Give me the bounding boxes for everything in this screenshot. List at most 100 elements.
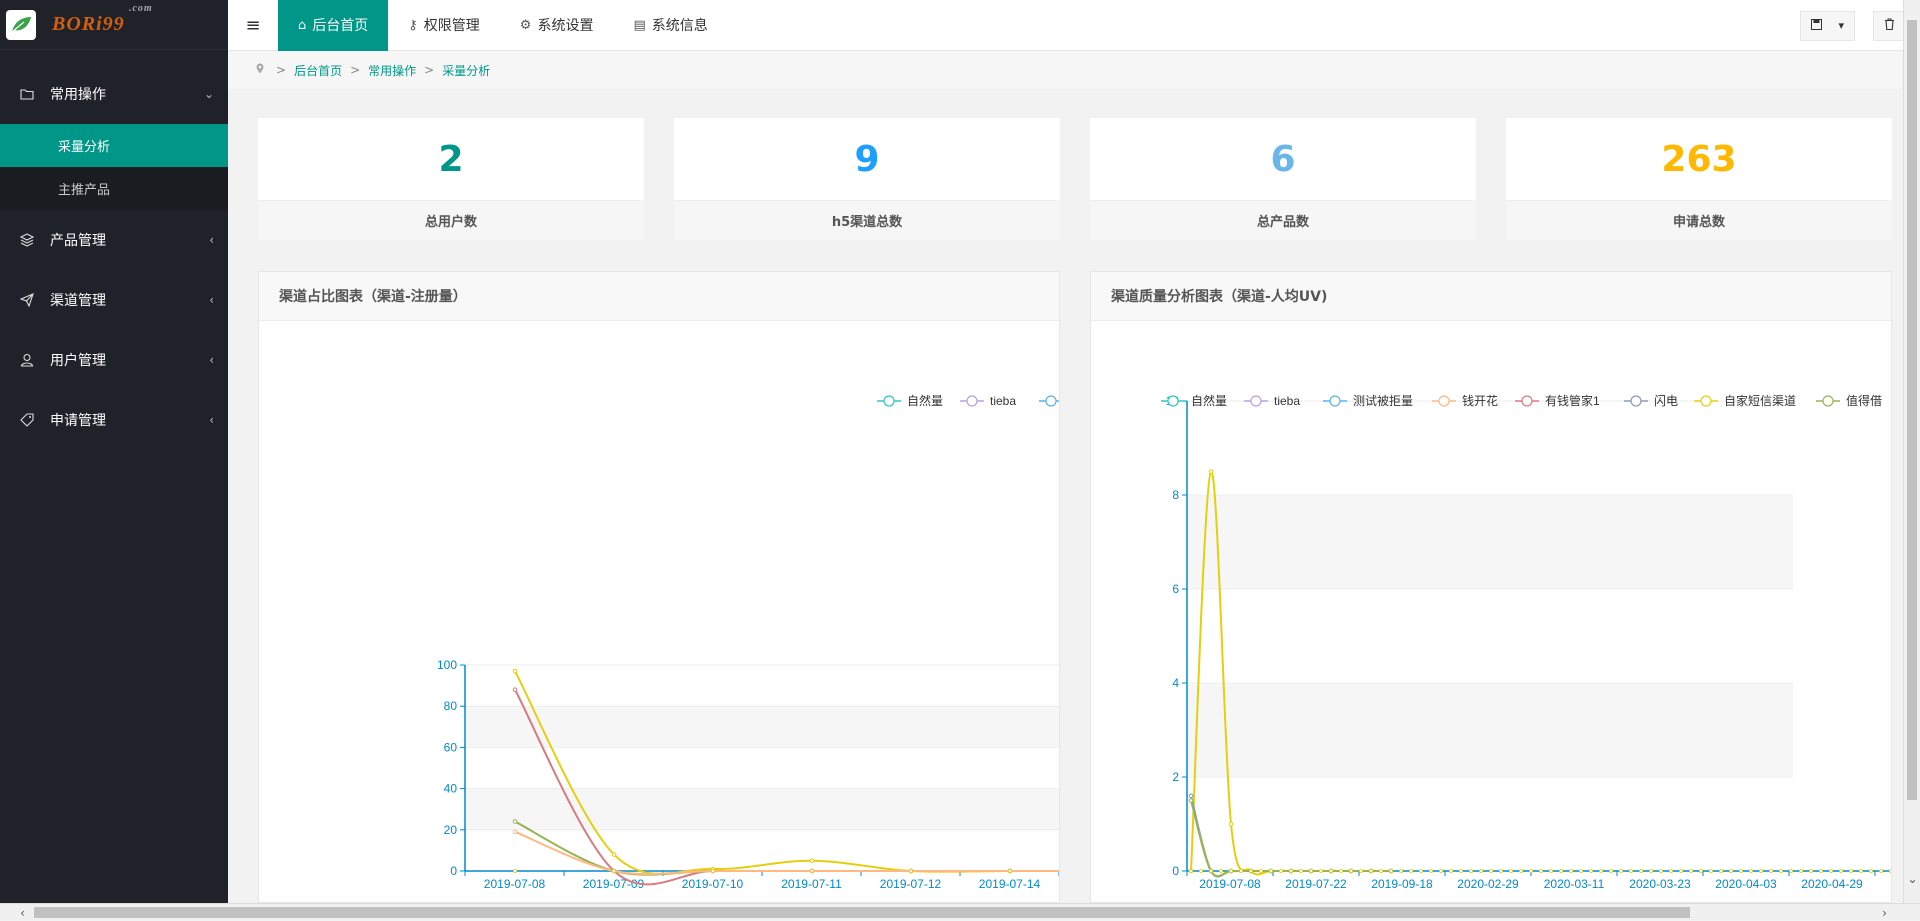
series-point [809,858,815,864]
baseline-point [1689,869,1694,874]
sidebar-group-users[interactable]: 用户管理 ‹ [0,330,228,390]
legend-label: 有钱管家1 [1545,393,1600,408]
baseline-point [1338,869,1343,874]
x-tick-label: 2020-02-29 [1457,877,1519,891]
user-icon [18,353,36,367]
sidebar-group-products[interactable]: 产品管理 ‹ [0,210,228,270]
legend-marker [883,395,895,407]
horizontal-scrollbar[interactable]: ‹ › [0,903,1920,920]
legend-label: tieba [1274,394,1300,408]
logo-text: BORi99 .com [52,3,153,35]
stat-label: 总产品数 [1090,200,1476,240]
baseline-point [810,869,815,874]
leaf-logo-icon [6,9,36,40]
grid-band [465,788,1059,830]
baseline-point [1199,869,1204,874]
baseline-point [1478,869,1483,874]
baseline-point [710,869,715,874]
sidebar: BORi99.com 常用操作 ⌄ 采量分析 主推产品 产品管理 ‹ 渠道管理 [0,0,228,903]
tab-settings[interactable]: ⚙ 系统设置 [500,0,614,51]
tab-system-info[interactable]: ▤ 系统信息 [613,0,727,51]
sidebar-group-label: 渠道管理 [50,293,106,309]
baseline-point [1498,869,1503,874]
menu-toggle-icon[interactable]: ≡ [228,0,278,51]
baseline-point [1859,869,1864,874]
scroll-left-arrow-icon[interactable]: ‹ [14,904,31,921]
x-tick-label: 2019-07-08 [1199,877,1261,891]
tab-label: 系统设置 [537,18,594,34]
legend-marker [1822,395,1834,407]
y-tick-label: 20 [444,823,458,837]
breadcrumb-link-home[interactable]: 后台首页 [294,62,342,79]
sidebar-group-common[interactable]: 常用操作 ⌄ [0,64,228,124]
scrollbar-thumb[interactable] [1907,20,1917,800]
baseline-point [1769,869,1774,874]
sidebar-group-channels[interactable]: 渠道管理 ‹ [0,270,228,330]
legend-label: 钱开花 [1462,393,1498,408]
legend-marker [1045,395,1057,407]
baseline-point [1889,869,1891,873]
legend-label: 自然量 [1191,393,1227,408]
series-point [1188,793,1194,799]
y-tick-label: 8 [1172,488,1179,502]
sidebar-group-applications[interactable]: 申请管理 ‹ [0,390,228,450]
x-tick-label: 2020-03-23 [1629,877,1691,891]
series-point [512,829,518,835]
chevron-left-icon: ‹ [209,293,214,307]
scroll-down-arrow-icon[interactable]: ⌄ [1904,870,1920,887]
sidebar-menu: 常用操作 ⌄ 采量分析 主推产品 产品管理 ‹ 渠道管理 ‹ 用户管理 ‹ 申请… [0,64,228,450]
tab-home[interactable]: ⌂ 后台首页 [278,0,389,51]
baseline-point [1438,869,1443,874]
baseline-point [1669,869,1674,874]
stat-card-users: 2 总用户数 [258,118,644,240]
stat-label: 总用户数 [258,200,644,240]
tab-permissions[interactable]: ⚷ 权限管理 [388,0,500,51]
legend-marker [1250,395,1262,407]
baseline-point [611,869,616,874]
breadcrumb-current[interactable]: 采量分析 [442,62,490,79]
baseline-point [909,869,914,874]
sidebar-group-label: 常用操作 [50,87,106,103]
grid-band [1187,495,1793,589]
top-header: ≡ ⌂ 后台首页 ⚷ 权限管理 ⚙ 系统设置 ▤ 系统信息 ▾ [228,0,1920,51]
baseline-point [1759,869,1764,874]
baseline-point [1729,869,1734,874]
series-line [1190,800,1391,878]
scroll-right-arrow-icon[interactable]: › [1876,904,1893,921]
baseline-point [1619,869,1624,874]
breadcrumb-link-common[interactable]: 常用操作 [368,62,416,79]
x-tick-label: 2019-07-09 [583,877,645,891]
series-line [514,830,1059,875]
baseline-point [1428,869,1433,874]
baseline-point [1609,869,1614,874]
series-line [514,670,1059,875]
sidebar-item-featured-products[interactable]: 主推产品 [0,167,228,210]
baseline-point [1258,869,1263,874]
baseline-point [1538,869,1543,874]
logo[interactable]: BORi99 .com [0,0,228,50]
vertical-scrollbar[interactable]: ⌄ [1903,0,1920,903]
stat-value: 263 [1661,138,1737,180]
save-dropdown-button[interactable]: ▾ [1800,10,1855,41]
layers-icon [18,233,36,247]
baseline-point [1358,869,1363,874]
panel-title: 渠道质量分析图表（渠道-人均UV) [1091,272,1891,321]
legend-marker [1630,395,1642,407]
sidebar-item-volume-analysis[interactable]: 采量分析 [0,124,228,167]
scrollbar-thumb[interactable] [34,907,1690,918]
baseline-point [1809,869,1814,874]
baseline-point [1528,869,1533,874]
baseline-point [1189,869,1194,874]
breadcrumb-separator: > [350,63,361,77]
location-pin-icon [256,63,264,77]
panel-title: 渠道占比图表（渠道-注册量） [259,272,1059,321]
tab-label: 权限管理 [423,18,480,34]
legend-marker [966,395,978,407]
save-icon [1811,18,1823,33]
baseline-point [1298,869,1303,874]
baseline-point [1448,869,1453,874]
y-tick-label: 4 [1172,676,1179,690]
y-tick-label: 2 [1172,770,1179,784]
baseline-point [1378,869,1383,874]
stat-card-products: 6 总产品数 [1090,118,1476,240]
